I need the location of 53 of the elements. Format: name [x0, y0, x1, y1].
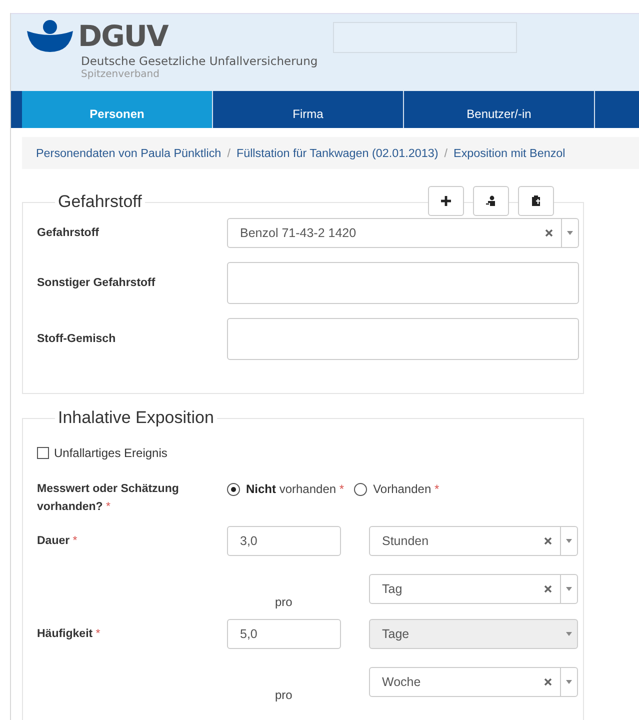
field-label: Gefahrstoff — [37, 227, 100, 239]
field-label: pro — [274, 595, 294, 609]
select-value: Benzol 71-43-2 1420 — [239, 226, 358, 240]
input-field[interactable] — [227, 318, 579, 360]
person-icon — [485, 195, 497, 207]
input-field[interactable]: 5,0 — [227, 619, 341, 649]
breadcrumb-separator: / — [444, 146, 448, 160]
field-label: pro — [274, 688, 294, 702]
organization-subtitle: Spitzenverband — [81, 68, 160, 81]
nav-tab[interactable]: Firma — [213, 91, 404, 128]
select-field[interactable]: Tag — [369, 574, 578, 604]
clear-icon[interactable] — [544, 678, 552, 686]
select-field[interactable]: Benzol 71-43-2 1420 — [227, 218, 579, 248]
field-label: Messwert oder Schätzung vorhanden? * — [37, 482, 180, 515]
select-value: Stunden — [381, 534, 430, 548]
plus-icon — [440, 195, 452, 207]
input-field[interactable]: 3,0 — [227, 526, 341, 556]
clear-icon[interactable] — [544, 537, 552, 545]
radio-label: Nicht vorhanden * — [246, 482, 344, 496]
radio-button[interactable] — [227, 483, 240, 496]
clipboard-icon — [530, 195, 542, 207]
caret-icon[interactable] — [567, 231, 573, 235]
toolbar-button[interactable] — [518, 186, 554, 216]
checkbox[interactable] — [37, 447, 49, 459]
field-label: Dauer * — [37, 535, 78, 547]
field-label: Häufigkeit * — [37, 628, 102, 640]
organization-name: Deutsche Gesetzliche Unfallversicherung — [81, 54, 318, 68]
select-field[interactable]: Stunden — [369, 526, 578, 556]
toolbar-button[interactable] — [428, 186, 464, 216]
select-value: Tage — [381, 627, 410, 641]
select-value: Tag — [381, 582, 404, 596]
checkbox-label: Unfallartiges Ereignis — [54, 446, 168, 460]
caret-icon[interactable] — [566, 539, 572, 543]
logo-text: DGUV — [78, 19, 168, 53]
caret-icon[interactable] — [566, 587, 572, 591]
radio-button[interactable] — [354, 483, 368, 496]
logo-icon — [26, 19, 74, 53]
clear-icon[interactable] — [545, 229, 553, 237]
nav-tab[interactable]: Benutzer/-in — [404, 91, 595, 128]
input-field[interactable] — [227, 262, 579, 304]
caret-icon[interactable] — [566, 680, 572, 684]
breadcrumb-separator: / — [227, 146, 230, 160]
breadcrumb-link[interactable]: Personendaten von Paula Pünktlich — [36, 146, 222, 160]
radio-label: Vorhanden * — [373, 482, 440, 496]
field-label: Sonstiger Gefahrstoff — [37, 277, 156, 289]
toolbar-button[interactable] — [473, 186, 509, 216]
clear-icon[interactable] — [544, 585, 552, 593]
select-field[interactable]: Woche — [369, 667, 578, 697]
section-title: Inhalative Exposition — [55, 408, 217, 428]
breadcrumb-link[interactable]: Exposition mit Benzol — [454, 146, 566, 160]
breadcrumb-link[interactable]: Füllstation für Tankwagen (02.01.2013) — [236, 146, 438, 160]
select-value: Woche — [381, 675, 422, 689]
field-label: Stoff-Gemisch — [37, 333, 117, 345]
